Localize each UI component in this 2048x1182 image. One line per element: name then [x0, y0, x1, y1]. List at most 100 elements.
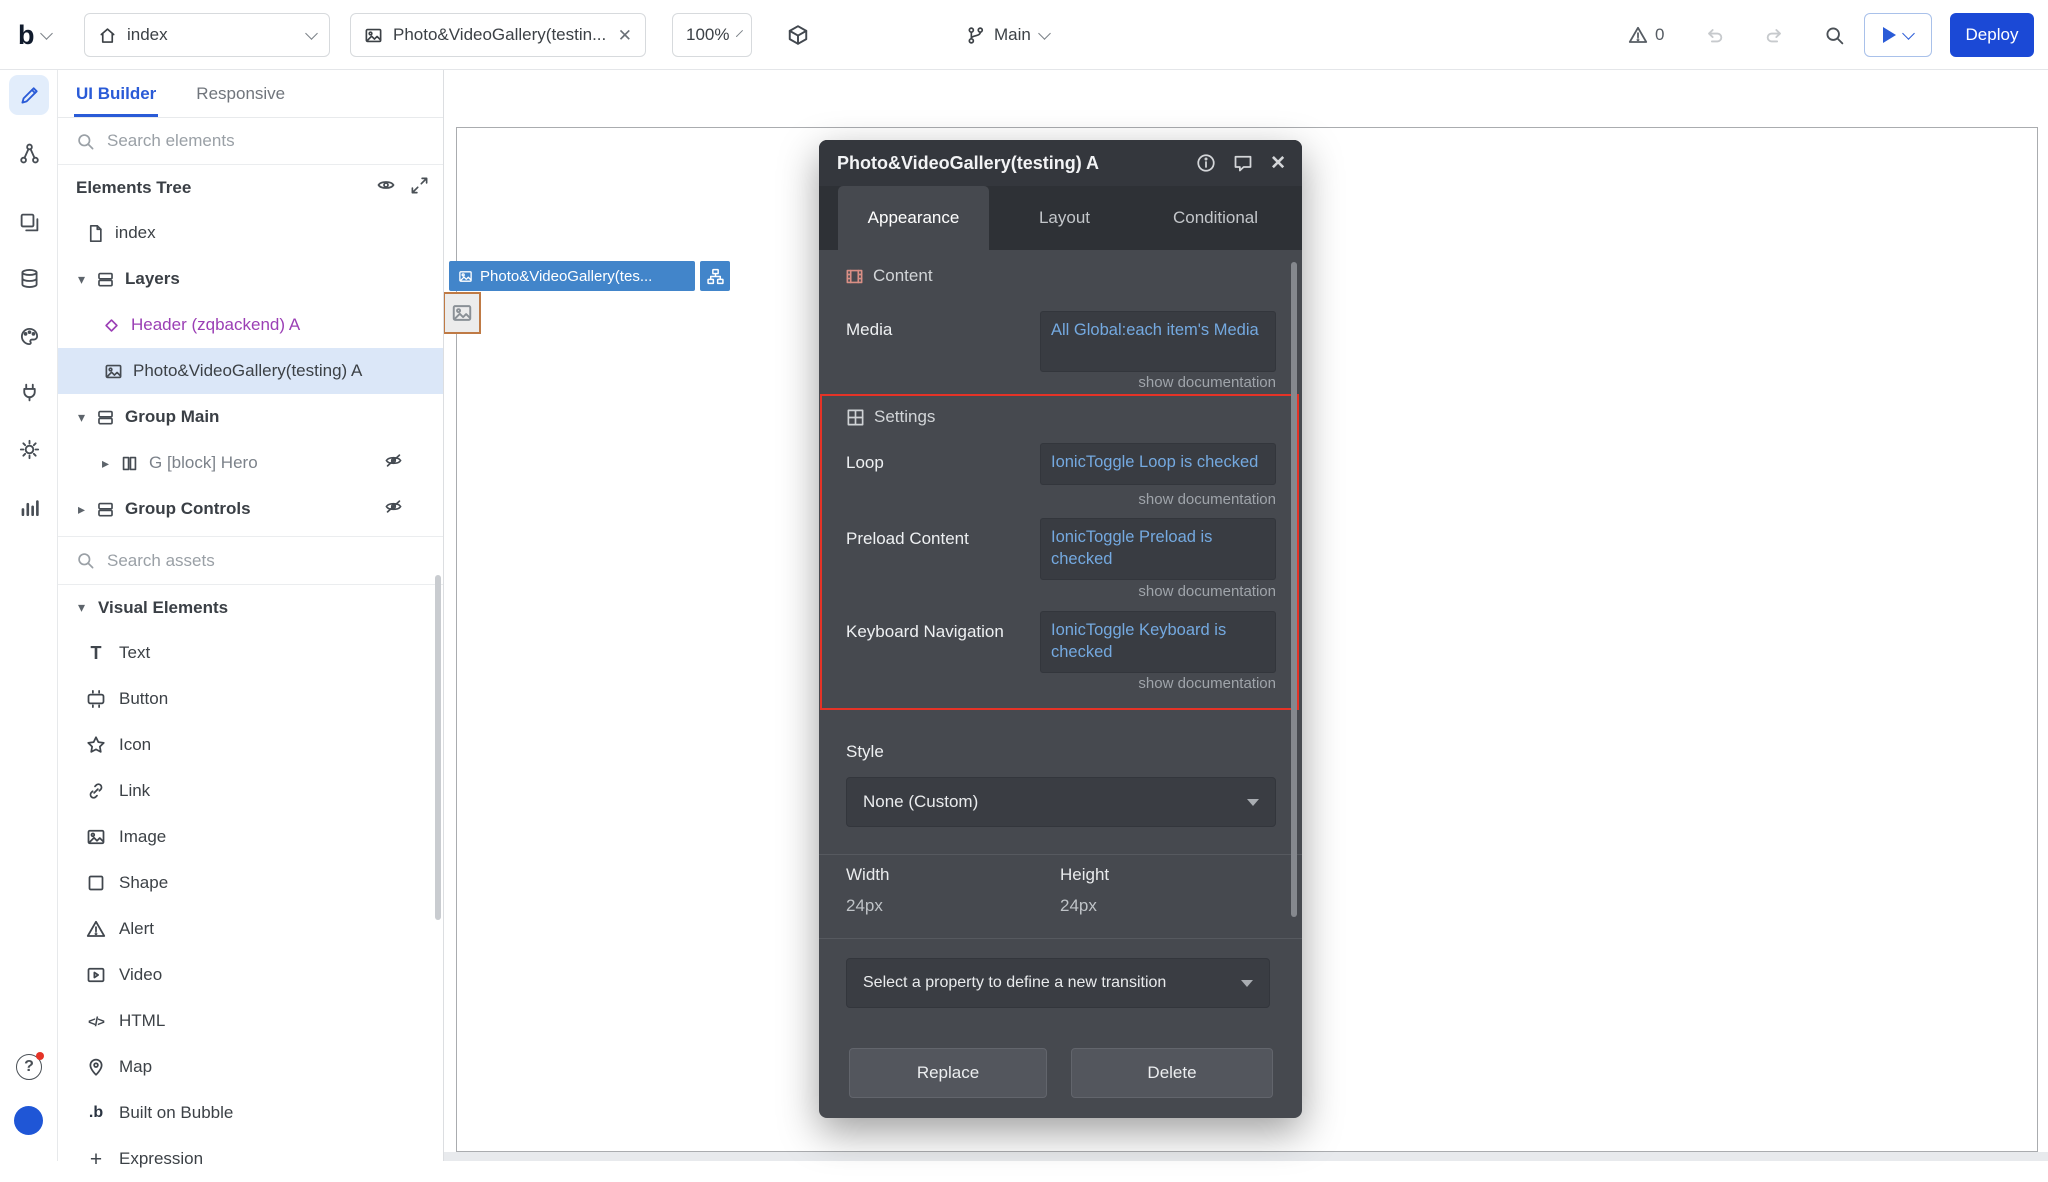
- caret-down-icon[interactable]: ▾: [78, 409, 96, 426]
- user-avatar[interactable]: [14, 1106, 43, 1135]
- palette-item-text[interactable]: T Text: [58, 630, 443, 676]
- caret-down-icon[interactable]: ▾: [78, 271, 96, 288]
- tab-ui-builder[interactable]: UI Builder: [76, 70, 156, 117]
- divider: [819, 854, 1302, 855]
- link-icon: [86, 781, 106, 801]
- element-tab[interactable]: Photo&VideoGallery(testin... ✕: [350, 13, 646, 57]
- zoom-selector[interactable]: 100%: [672, 13, 752, 57]
- component-library-button[interactable]: [778, 13, 818, 57]
- design-tab-button[interactable]: [9, 75, 49, 115]
- button-icon: [86, 689, 106, 709]
- hidden-eye-icon[interactable]: [384, 451, 403, 475]
- tab-layout[interactable]: Layout: [989, 186, 1140, 250]
- search-elements-input[interactable]: [107, 131, 443, 151]
- palette-item-link[interactable]: Link: [58, 768, 443, 814]
- info-button[interactable]: [1196, 153, 1216, 173]
- styles-tab-button[interactable]: [9, 316, 49, 356]
- tab-appearance[interactable]: Appearance: [838, 186, 989, 250]
- show-documentation-link[interactable]: show documentation: [1040, 583, 1276, 600]
- show-documentation-link[interactable]: show documentation: [1040, 675, 1276, 692]
- tree-item-group-main[interactable]: ▾ Group Main: [58, 394, 443, 440]
- inspector-scrollbar[interactable]: [1291, 262, 1297, 917]
- chevron-down-icon: [1241, 980, 1253, 987]
- group-icon: [96, 408, 115, 427]
- branch-selector[interactable]: Main: [966, 13, 1049, 57]
- visual-elements-header[interactable]: ▾ Visual Elements: [58, 585, 443, 630]
- panel-scrollbar[interactable]: [435, 575, 441, 920]
- show-documentation-link[interactable]: show documentation: [1040, 374, 1276, 391]
- toggle-visibility-button[interactable]: [376, 175, 396, 200]
- tree-item-group-controls[interactable]: ▸ Group Controls: [58, 486, 443, 532]
- tree-item-photo-video-gallery[interactable]: Photo&VideoGallery(testing) A: [58, 348, 443, 394]
- expand-tree-button[interactable]: [410, 176, 429, 200]
- issues-indicator[interactable]: 0: [1628, 13, 1664, 57]
- page-selector[interactable]: index: [84, 13, 330, 57]
- comment-button[interactable]: [1233, 153, 1253, 173]
- palette-item-map[interactable]: Map: [58, 1044, 443, 1090]
- palette-item-shape[interactable]: Shape: [58, 860, 443, 906]
- caret-right-icon[interactable]: ▸: [78, 501, 96, 518]
- preload-content-input[interactable]: IonicToggle Preload is checked: [1040, 518, 1276, 580]
- cube-icon: [787, 24, 809, 46]
- close-tab-icon[interactable]: ✕: [618, 27, 632, 44]
- delete-button[interactable]: Delete: [1071, 1048, 1273, 1098]
- tree-item-block-hero[interactable]: ▸ G [block] Hero: [58, 440, 443, 486]
- layers-icon: [96, 270, 115, 289]
- element-hierarchy-button[interactable]: [700, 261, 730, 291]
- info-icon: [1196, 153, 1216, 173]
- preview-button[interactable]: [1864, 13, 1932, 57]
- undo-button[interactable]: [1694, 13, 1734, 57]
- selected-element-tag[interactable]: Photo&VideoGallery(tes...: [449, 261, 695, 291]
- palette-item-alert[interactable]: Alert: [58, 906, 443, 952]
- settings-highlight-box: Settings Loop IonicToggle Loop is checke…: [820, 394, 1299, 710]
- palette-item-image[interactable]: Image: [58, 814, 443, 860]
- data-tab-button[interactable]: [9, 258, 49, 298]
- keyboard-navigation-input[interactable]: IonicToggle Keyboard is checked: [1040, 611, 1276, 673]
- close-button[interactable]: ✕: [1270, 152, 1286, 175]
- replace-button[interactable]: Replace: [849, 1048, 1047, 1098]
- property-editor-header[interactable]: Photo&VideoGallery(testing) A ✕: [819, 140, 1302, 186]
- plugins-tab-button[interactable]: [9, 372, 49, 412]
- tab-conditional[interactable]: Conditional: [1140, 186, 1291, 250]
- height-label: Height: [1060, 865, 1109, 885]
- property-editor-title: Photo&VideoGallery(testing) A: [837, 153, 1179, 174]
- palette-item-html[interactable]: </> HTML: [58, 998, 443, 1044]
- selected-element-preview[interactable]: [443, 292, 481, 334]
- comment-icon: [1233, 153, 1253, 173]
- search-assets-input[interactable]: [107, 551, 443, 571]
- expand-icon: [410, 176, 429, 195]
- transition-dropdown[interactable]: Select a property to define a new transi…: [846, 958, 1270, 1008]
- search-icon: [76, 551, 95, 570]
- palette-item-icon[interactable]: Icon: [58, 722, 443, 768]
- keyboard-navigation-label: Keyboard Navigation: [846, 622, 1004, 642]
- style-dropdown[interactable]: None (Custom): [846, 777, 1276, 827]
- redo-button[interactable]: [1754, 13, 1794, 57]
- show-documentation-link[interactable]: show documentation: [1040, 491, 1276, 508]
- settings-tab-button[interactable]: [9, 429, 49, 469]
- palette-item-expression[interactable]: + Expression: [58, 1136, 443, 1182]
- media-input[interactable]: All Global:each item's Media: [1040, 311, 1276, 372]
- search-button[interactable]: [1814, 13, 1854, 57]
- bubble-logo-menu[interactable]: b: [18, 13, 51, 57]
- tree-item-layers[interactable]: ▾ Layers: [58, 256, 443, 302]
- components-tab-button[interactable]: [9, 202, 49, 242]
- palette-item-built-on-bubble[interactable]: .b Built on Bubble: [58, 1090, 443, 1136]
- chevron-down-icon: [736, 29, 743, 36]
- palette-item-button[interactable]: Button: [58, 676, 443, 722]
- tree-item-header-reusable[interactable]: Header (zqbackend) A: [58, 302, 443, 348]
- hidden-eye-icon[interactable]: [384, 497, 403, 521]
- caret-right-icon[interactable]: ▸: [102, 455, 120, 472]
- page-icon: [86, 224, 105, 243]
- workflow-tab-button[interactable]: [9, 133, 49, 173]
- palette-item-video[interactable]: Video: [58, 952, 443, 998]
- width-label: Width: [846, 865, 889, 885]
- loop-input[interactable]: IonicToggle Loop is checked: [1040, 443, 1276, 485]
- help-button[interactable]: ?: [16, 1054, 42, 1080]
- tree-item-index[interactable]: index: [58, 210, 443, 256]
- tab-responsive[interactable]: Responsive: [196, 70, 285, 117]
- grid-icon: [846, 408, 865, 427]
- visual-elements-title: Visual Elements: [98, 598, 228, 618]
- deploy-button[interactable]: Deploy: [1950, 13, 2034, 57]
- logs-tab-button[interactable]: [9, 487, 49, 527]
- chevron-down-icon: [1902, 27, 1915, 40]
